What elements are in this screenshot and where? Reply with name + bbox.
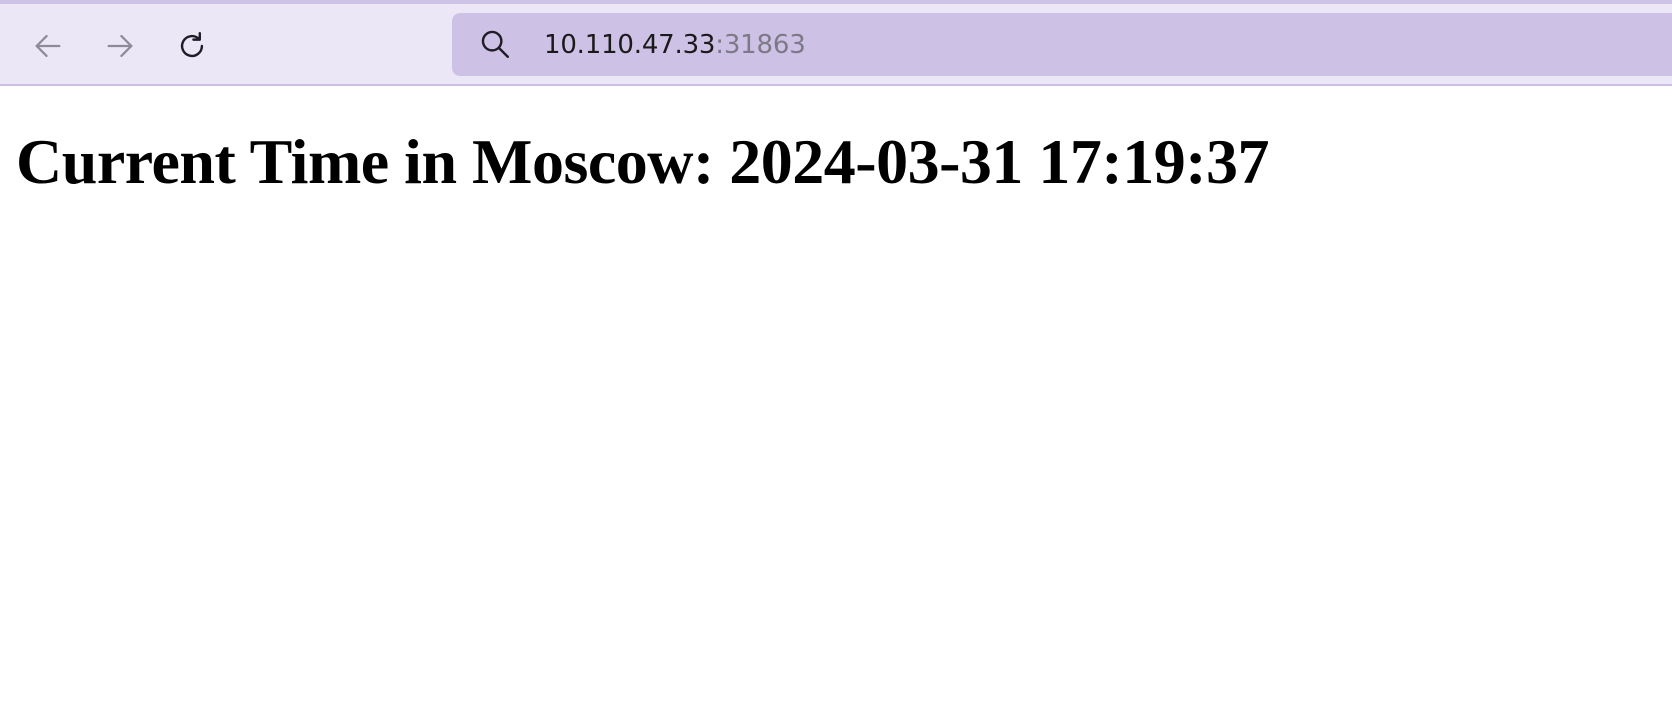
forward-button[interactable] xyxy=(100,26,140,66)
url-text[interactable]: 10.110.47.33:31863 xyxy=(544,29,806,61)
page-heading: Current Time in Moscow: 2024-03-31 17:19… xyxy=(16,126,1270,197)
url-host: 10.110.47.33 xyxy=(544,30,716,60)
arrow-right-icon xyxy=(107,34,133,58)
arrow-left-icon xyxy=(35,34,61,58)
reload-icon xyxy=(180,32,204,58)
reload-button[interactable] xyxy=(172,26,212,66)
back-button[interactable] xyxy=(28,26,68,66)
address-bar[interactable]: 10.110.47.33:31863 xyxy=(452,13,1672,76)
browser-toolbar: 10.110.47.33:31863 xyxy=(0,0,1672,86)
page-content: Current Time in Moscow: 2024-03-31 17:19… xyxy=(0,86,1672,726)
search-icon xyxy=(481,30,509,58)
url-port: :31863 xyxy=(715,30,806,60)
